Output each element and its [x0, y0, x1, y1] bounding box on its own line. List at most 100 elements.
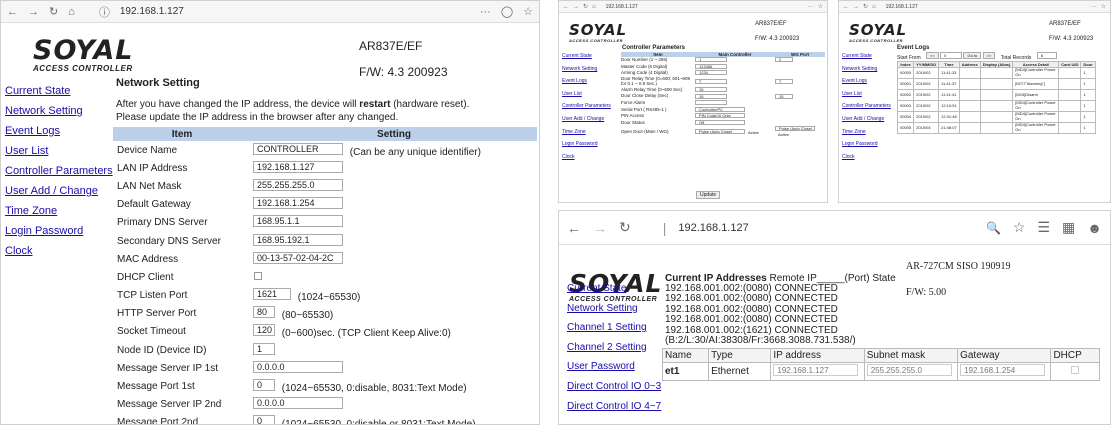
wg-port-input[interactable]: 15 — [775, 93, 793, 99]
favorite-star-icon[interactable]: ☆ — [1013, 219, 1026, 236]
setting-input[interactable]: 192.168.1.127 — [253, 160, 343, 173]
main-controller-input[interactable]: 1234 — [695, 70, 727, 76]
dhcp-checkbox[interactable] — [254, 271, 262, 280]
nav-link-controller-parameters[interactable]: Controller Parameters — [562, 103, 620, 109]
wg-port-input[interactable]: 2 — [775, 57, 793, 63]
nav-link-current-state[interactable]: Current State — [567, 283, 667, 295]
menu-dots-icon[interactable]: ··· — [480, 6, 491, 18]
nav-link-user-password[interactable]: User Password — [567, 361, 667, 373]
setting-input[interactable]: 192.168.1.254 — [253, 197, 343, 210]
main-controller-input[interactable]: 123456 — [695, 63, 727, 69]
nav-link-user-add-change[interactable]: User Add / Change — [842, 116, 894, 122]
bookmark-star-icon[interactable]: ☆ — [1101, 3, 1106, 10]
nav-link-direct-control-io-0-3[interactable]: Direct Control IO 0~3 — [567, 381, 667, 393]
main-controller-input[interactable]: 15 — [695, 87, 727, 93]
nav-link-time-zone[interactable]: Time Zone — [842, 129, 894, 135]
back-icon[interactable]: ← — [563, 4, 569, 10]
setting-input[interactable]: 255.255.255.0 — [253, 178, 343, 191]
event-log-row[interactable]: 00003 2019/02 12:10:51 [MD4]Controller Powe… — [896, 100, 1096, 112]
setting-input[interactable]: 0 — [253, 379, 275, 392]
nav-link-user-list[interactable]: User List — [5, 145, 113, 158]
main-controller-input[interactable]: Off — [695, 120, 745, 126]
nav-link-clock[interactable]: Clock — [842, 154, 894, 160]
update-button[interactable]: Update — [696, 191, 721, 199]
nav-link-channel-2-setting[interactable]: Channel 2 Setting — [567, 342, 667, 354]
nav-link-network-setting[interactable]: Network Setting — [842, 66, 894, 72]
back-icon[interactable]: ← — [7, 6, 18, 18]
setting-input[interactable]: 120 — [253, 324, 275, 337]
interface-ip-input[interactable]: 192.168.1.127 — [773, 364, 859, 376]
main-controller-input[interactable]: 7 — [695, 78, 727, 84]
collections-icon[interactable]: ▦ — [1062, 219, 1075, 236]
nav-link-current-state[interactable]: Current State — [842, 53, 894, 59]
menu-dots-icon[interactable]: ··· — [808, 4, 814, 10]
forward-icon[interactable]: → — [28, 6, 39, 18]
setting-input[interactable]: 0 — [253, 415, 275, 424]
main-controller-input[interactable]: PIN Code(4) Only — [695, 113, 745, 119]
address-bar[interactable]: 192.168.1.127 — [678, 222, 974, 234]
go-button[interactable]: Go to — [963, 52, 982, 59]
main-controller-input[interactable]: 15 — [695, 93, 727, 99]
setting-input[interactable]: 168.95.1.1 — [253, 215, 343, 228]
nav-link-current-state[interactable]: Current State — [562, 53, 620, 59]
nav-link-network-setting[interactable]: Network Setting — [5, 105, 113, 118]
setting-input[interactable]: 1621 — [253, 288, 291, 301]
dhcp-checkbox[interactable] — [1071, 366, 1080, 374]
nav-link-user-add-change[interactable]: User Add / Change — [5, 185, 113, 198]
prev-button[interactable]: << — [926, 52, 939, 59]
setting-input[interactable]: 80 — [253, 306, 275, 319]
interface-gateway-input[interactable]: 192.168.1.254 — [960, 364, 1045, 376]
nav-link-controller-parameters[interactable]: Controller Parameters — [5, 165, 113, 178]
main-controller-input[interactable] — [695, 100, 727, 106]
nav-link-time-zone[interactable]: Time Zone — [562, 129, 620, 135]
setting-input[interactable]: 168.95.192.1 — [253, 233, 343, 246]
setting-input[interactable]: 1 — [253, 342, 275, 355]
menu-dots-icon[interactable]: ··· — [1091, 4, 1097, 10]
nav-link-user-list[interactable]: User List — [842, 91, 894, 97]
favorites-list-icon[interactable]: ☰ — [1037, 219, 1050, 236]
pocket-icon[interactable]: ◯ — [501, 5, 513, 18]
nav-link-login-password[interactable]: Login Password — [842, 141, 894, 147]
reload-icon[interactable]: ↻ — [619, 219, 631, 236]
setting-input[interactable]: 00-13-57-02-04-2C — [253, 251, 343, 264]
nav-link-clock[interactable]: Clock — [5, 245, 113, 258]
nav-link-direct-control-io-4-7[interactable]: Direct Control IO 4~7 — [567, 401, 667, 413]
nav-link-user-add-change[interactable]: User Add / Change — [562, 116, 620, 122]
nav-link-event-logs[interactable]: Event Logs — [5, 125, 113, 138]
nav-link-user-list[interactable]: User List — [562, 91, 620, 97]
event-log-row[interactable]: 00004 2019/02 12:31:48 [MD4]Controller Powe… — [896, 111, 1096, 123]
event-log-row[interactable]: 00005 2019/04 21:48:07 [MD4]Controller Powe… — [896, 122, 1096, 134]
start-from-input[interactable]: 0 — [940, 52, 963, 59]
back-icon[interactable]: ← — [567, 220, 581, 236]
nav-link-current-state[interactable]: Current State — [5, 85, 113, 98]
bookmark-star-icon[interactable]: ☆ — [818, 3, 823, 10]
setting-input[interactable]: CONTROLLER — [253, 142, 343, 155]
nav-link-login-password[interactable]: Login Password — [5, 225, 113, 238]
main-controller-input[interactable]: Pulse (Auto Close) — [695, 128, 745, 134]
event-log-row[interactable]: 00000 2019/02 11:41:33 [MD4]Controller Powe… — [896, 67, 1096, 79]
address-bar[interactable]: 192.168.1.127 — [886, 4, 1087, 10]
nav-link-network-setting[interactable]: Network Setting — [567, 303, 667, 315]
home-icon[interactable]: ⌂ — [872, 4, 876, 10]
profile-avatar-icon[interactable]: ☻ — [1087, 220, 1102, 236]
nav-link-time-zone[interactable]: Time Zone — [5, 205, 113, 218]
zoom-icon[interactable]: 🔍 — [986, 221, 1001, 235]
address-bar[interactable]: 192.168.1.127 — [120, 6, 470, 17]
home-icon[interactable]: ⌂ — [592, 4, 596, 10]
reload-icon[interactable]: ↻ — [863, 3, 868, 10]
main-controller-input[interactable]: Controller/PC — [695, 106, 745, 112]
setting-input[interactable]: 0.0.0.0 — [253, 360, 343, 373]
nav-link-network-setting[interactable]: Network Setting — [562, 66, 620, 72]
event-log-row[interactable]: 00002 2019/02 11:41:41 [M15]Disarm 1 — [896, 89, 1096, 101]
nav-link-event-logs[interactable]: Event Logs — [842, 78, 894, 84]
setting-input[interactable]: 0.0.0.0 — [253, 397, 343, 410]
nav-link-controller-parameters[interactable]: Controller Parameters — [842, 103, 894, 109]
forward-icon[interactable]: → — [573, 4, 579, 10]
nav-link-login-password[interactable]: Login Password — [562, 141, 620, 147]
forward-icon[interactable]: → — [853, 4, 859, 10]
back-icon[interactable]: ← — [843, 4, 849, 10]
wg-port-input[interactable]: Pulse (Auto Close) — [775, 126, 815, 132]
reload-icon[interactable]: ↻ — [49, 5, 58, 18]
event-log-row[interactable]: 00001 2019/02 11:41:37 [M7/7"Alarming"] 1 — [896, 78, 1096, 90]
forward-icon[interactable]: → — [593, 220, 607, 236]
